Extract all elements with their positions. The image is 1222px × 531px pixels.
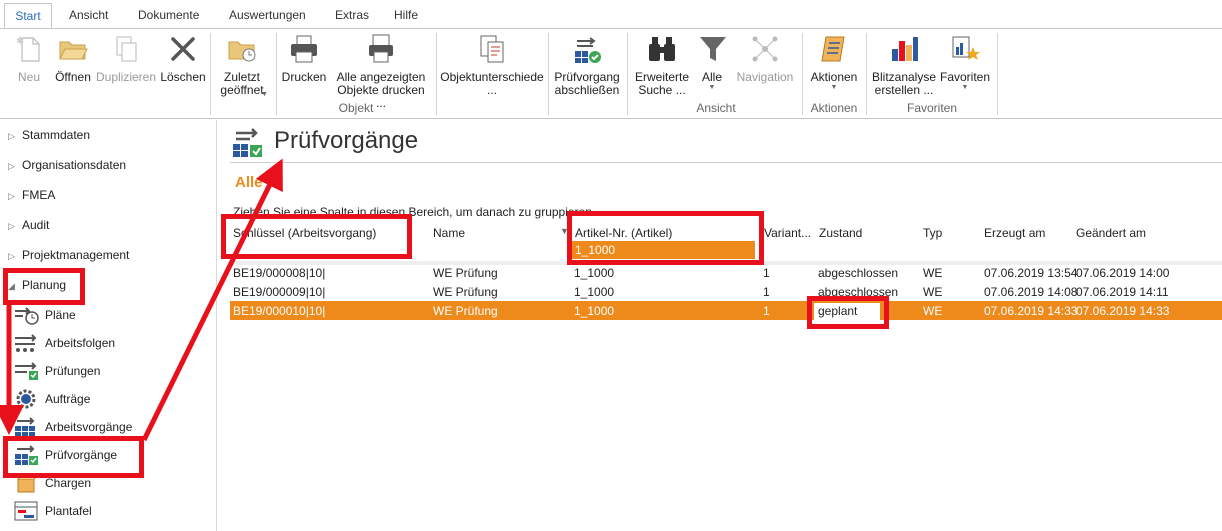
annotation-arrows bbox=[0, 158, 283, 442]
arrow-to-title bbox=[141, 158, 283, 442]
